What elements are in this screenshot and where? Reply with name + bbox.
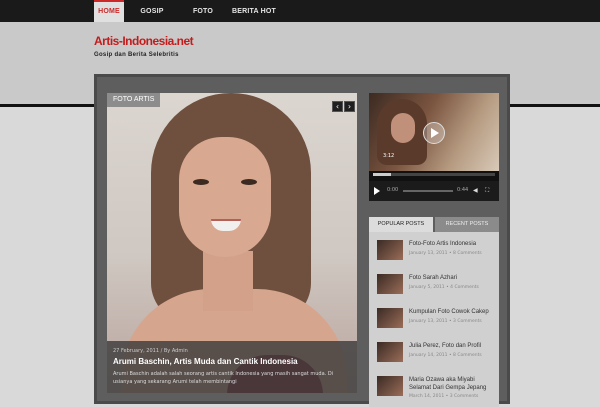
photo-eye-left [193,179,209,185]
post-thumbnail[interactable] [377,342,403,362]
video-current-time: 0:00 [387,187,399,193]
tab-popular-posts[interactable]: POPULAR POSTS [369,217,433,232]
nav-foto-artis[interactable]: FOTO ARTIS [182,0,224,38]
fullscreen-icon[interactable]: ⛶ [485,187,489,195]
photo-eye-right [241,179,257,185]
post-meta: January 13, 2011 • 8 Comments [409,251,482,256]
list-item[interactable]: Maria Ozawa aka Miyabi Selamat Dari Gemp… [377,376,495,406]
video-time-overlay: 3:12 [383,153,395,159]
play-icon[interactable] [374,187,380,195]
video-player[interactable]: 3:12 0:00 0:44 ◀ ⛶ [369,93,499,201]
video-seek-bar[interactable] [403,190,453,192]
nav-berita-hot[interactable]: BERITA HOT [232,0,276,22]
site-tagline: Gosip dan Berita Selebritis [94,52,179,58]
post-title[interactable]: Maria Ozawa aka Miyabi Selamat Dari Gemp… [409,376,497,392]
nav-home[interactable]: HOME [94,0,124,22]
list-item[interactable]: Julia Perez, Foto dan Profil January 14,… [377,342,495,368]
list-item[interactable]: Foto-Foto Artis Indonesia January 13, 20… [377,240,495,266]
slider-prev-button[interactable]: ‹ [332,101,343,112]
volume-icon[interactable]: ◀ [473,187,478,194]
video-progress-fill [373,173,392,176]
content-wrapper: FOTO ARTIS ‹ › 27 February, 2011 / By Adm… [94,74,510,407]
sidebar-tabs: POPULAR POSTS RECENT POSTS [369,217,499,232]
list-item[interactable]: Foto Sarah Azhari January 5, 2011 • 4 Co… [377,274,495,300]
list-item[interactable]: Kumpulan Foto Cowok Cakep January 13, 20… [377,308,495,334]
play-overlay-icon[interactable] [423,122,445,144]
post-thumbnail[interactable] [377,376,403,396]
post-meta: March 14, 2011 • 3 Comments [409,394,479,399]
main-column: FOTO ARTIS ‹ › 27 February, 2011 / By Adm… [107,93,357,393]
photo-neck [203,251,253,311]
post-thumbnail[interactable] [377,274,403,294]
post-title[interactable]: Julia Perez, Foto dan Profil [409,342,497,350]
nav-gosip-artis[interactable]: GOSIP ARTIS [130,0,174,38]
post-thumbnail[interactable] [377,240,403,260]
post-meta: January 13, 2011 • 3 Comments [409,319,482,324]
post-meta: January 14, 2011 • 8 Comments [409,353,482,358]
slider-arrows: ‹ › [331,94,355,113]
photo-face [179,137,271,257]
featured-slider[interactable]: FOTO ARTIS ‹ › 27 February, 2011 / By Adm… [107,93,357,393]
caption-title[interactable]: Arumi Baschin, Artis Muda dan Cantik Ind… [113,357,298,366]
top-navigation: HOME GOSIP ARTIS FOTO ARTIS BERITA HOT [0,0,600,38]
post-meta: January 5, 2011 • 4 Comments [409,285,479,290]
post-title[interactable]: Foto Sarah Azhari [409,274,497,282]
video-face [391,113,415,143]
slider-category-tag[interactable]: FOTO ARTIS [107,93,161,107]
post-thumbnail[interactable] [377,308,403,328]
video-controls: 0:00 0:44 ◀ ⛶ [369,181,499,201]
slider-caption: 27 February, 2011 / By Admin Arumi Basch… [107,341,357,393]
popular-posts-list: Foto-Foto Artis Indonesia January 13, 20… [369,232,499,407]
post-title[interactable]: Foto-Foto Artis Indonesia [409,240,497,248]
tab-recent-posts[interactable]: RECENT POSTS [435,217,499,232]
video-progress-bar[interactable] [373,173,495,176]
site-logo[interactable]: Artis-Indonesia.net [94,34,194,48]
caption-excerpt: Arumi Baschin adalah salah seorang artis… [113,371,334,385]
video-duration: 0:44 [457,187,469,193]
caption-meta: 27 February, 2011 / By Admin [113,348,188,354]
slider-next-button[interactable]: › [344,101,355,112]
post-title[interactable]: Kumpulan Foto Cowok Cakep [409,308,497,316]
